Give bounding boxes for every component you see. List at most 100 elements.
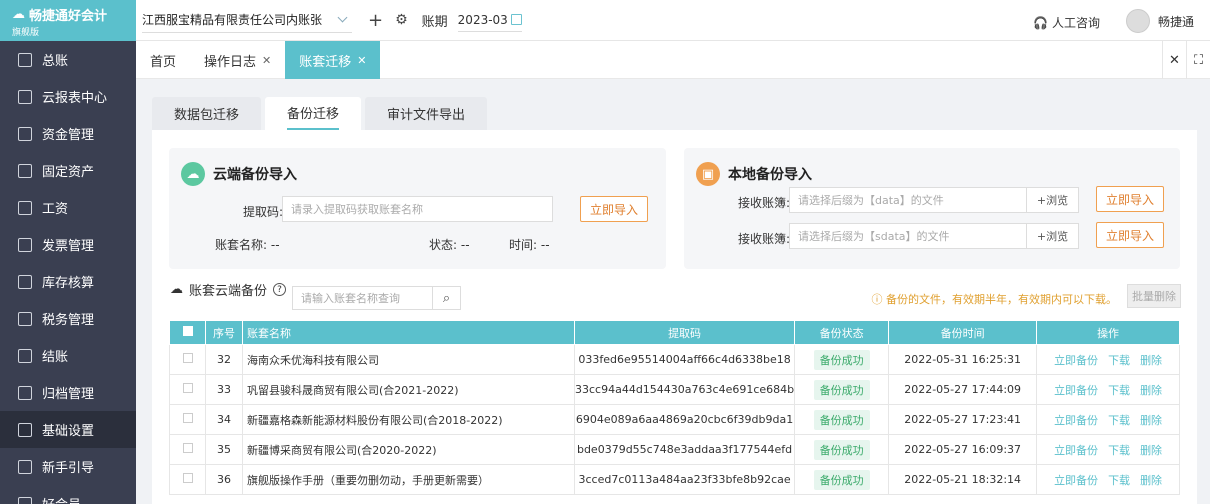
tab-home[interactable]: 首页 — [136, 41, 190, 79]
sdata-file-input[interactable]: 请选择后缀为【sdata】的文件 +浏览 — [789, 223, 1079, 249]
row-actions: 立即备份 下载 删除 — [1036, 344, 1180, 375]
row-checkbox[interactable] — [169, 464, 206, 495]
sidebar-item-6[interactable]: 库存核算 — [0, 263, 136, 300]
sidebar-item-3[interactable]: 固定资产 — [0, 152, 136, 189]
avatar — [1125, 9, 1150, 33]
migration-panel: 数据包迁移 备份迁移 审计文件导出 ☁ 云端备份导入 提取码: 请录入提取码获取账… — [152, 97, 1197, 504]
row-actions: 立即备份 下载 删除 — [1036, 374, 1180, 405]
row-time: 2022-05-27 17:23:41 — [888, 404, 1038, 435]
row-no: 35 — [205, 434, 243, 465]
subtab-backup-migration[interactable]: 备份迁移 — [265, 97, 362, 130]
row-name: 海南众禾优海科技有限公司 — [242, 344, 575, 375]
download-link[interactable]: 下载 — [1108, 474, 1130, 487]
browse-button[interactable]: +浏览 — [1026, 187, 1078, 213]
sdata-import-button[interactable]: 立即导入 — [1096, 222, 1164, 248]
tab-account-migration[interactable]: 账套迁移 ✕ — [285, 41, 381, 79]
backup-now-link[interactable]: 立即备份 — [1054, 384, 1098, 397]
subtab-audit-export[interactable]: 审计文件导出 — [365, 97, 488, 130]
time-label-text: 时间: — [509, 238, 538, 252]
sidebar-item-12[interactable]: 好会员 — [0, 485, 136, 504]
close-all-icon[interactable]: ✕ — [1162, 41, 1186, 79]
sidebar-item-0[interactable]: 总账 — [0, 41, 136, 78]
sidebar-item-7[interactable]: 税务管理 — [0, 300, 136, 337]
sidebar-item-5[interactable]: 发票管理 — [0, 226, 136, 263]
row-checkbox[interactable] — [169, 434, 206, 465]
delete-link[interactable]: 删除 — [1140, 474, 1162, 487]
account-name-value: -- — [270, 238, 280, 252]
user-menu[interactable]: 畅捷通 — [1125, 9, 1194, 33]
help-icon[interactable]: ? — [273, 283, 287, 296]
calendar-icon — [510, 14, 522, 25]
gear-icon[interactable]: ⚙ — [395, 12, 408, 28]
row-time: 2022-05-31 16:25:31 — [888, 344, 1038, 375]
backup-now-link[interactable]: 立即备份 — [1054, 354, 1098, 367]
download-link[interactable]: 下载 — [1108, 444, 1130, 457]
cloud-import-box: ☁ 云端备份导入 提取码: 请录入提取码获取账套名称 立即导入 账套名称: -- … — [169, 148, 666, 269]
tab-operation-log[interactable]: 操作日志 ✕ — [190, 41, 285, 79]
sidebar-item-4[interactable]: 工资 — [0, 189, 136, 226]
backup-now-link[interactable]: 立即备份 — [1054, 414, 1098, 427]
consult-button[interactable]: 🎧 人工咨询 — [1033, 14, 1100, 31]
tab-label: 首页 — [150, 54, 177, 70]
sidebar-item-1[interactable]: 云报表中心 — [0, 78, 136, 115]
row-code: 3cced7c0113a484aa23f33bfe8b92cae — [573, 464, 796, 495]
delete-link[interactable]: 删除 — [1140, 414, 1162, 427]
sidebar-item-label: 新手引导 — [42, 461, 95, 476]
company-select[interactable]: 江西服宝精品有限责任公司内账张 — [142, 7, 352, 33]
code-input[interactable]: 请录入提取码获取账套名称 — [282, 196, 553, 222]
page-tabs: 首页 操作日志 ✕ 账套迁移 ✕ ✕ ⛶ — [136, 41, 1210, 79]
search-icon[interactable]: ⌕ — [432, 287, 460, 309]
sidebar-item-11[interactable]: 新手引导 — [0, 448, 136, 485]
col-status: 备份状态 — [794, 320, 890, 345]
table-row: 32 海南众禾优海科技有限公司 033fed6e95514004aff66c4d63… — [169, 344, 1180, 375]
delete-link[interactable]: 删除 — [1140, 444, 1162, 457]
backup-now-link[interactable]: 立即备份 — [1054, 444, 1098, 457]
account-search[interactable]: 请输入账套名称查询 ⌕ — [292, 286, 461, 310]
select-all-checkbox[interactable] — [169, 320, 206, 345]
download-link[interactable]: 下载 — [1108, 354, 1130, 367]
browse-button[interactable]: +浏览 — [1026, 223, 1078, 249]
col-time: 备份时间 — [888, 320, 1038, 345]
cloud-icon: ☁ — [12, 7, 25, 22]
account-name-label-text: 账套名称: — [215, 238, 268, 252]
cloud-import-button[interactable]: 立即导入 — [580, 196, 648, 222]
receive-book-label: 接收账簿: — [738, 196, 791, 210]
row-code: bde0379d55c748e3addaa3f177544efd — [573, 434, 796, 465]
col-no: 序号 — [205, 320, 243, 345]
salary-icon — [18, 200, 32, 215]
row-name: 旗舰版操作手册（重要勿删勿动，手册更新需要） — [242, 464, 575, 495]
close-icon[interactable]: ✕ — [262, 54, 271, 67]
company-name: 江西服宝精品有限责任公司内账张 — [142, 13, 323, 27]
account-name-label: 账套名称: -- — [215, 236, 280, 253]
row-code: 033fed6e95514004aff66c4d6338be18 — [573, 344, 796, 375]
sidebar-item-label: 基础设置 — [42, 424, 95, 439]
topbar: 江西服宝精品有限责任公司内账张 + ⚙ 账期 2023-03 🎧 人工咨询 畅捷通 — [136, 0, 1210, 41]
data-file-input[interactable]: 请选择后缀为【data】的文件 +浏览 — [789, 187, 1079, 213]
row-checkbox[interactable] — [169, 344, 206, 375]
col-code: 提取码 — [573, 320, 796, 345]
download-link[interactable]: 下载 — [1108, 414, 1130, 427]
gear-icon — [18, 422, 32, 437]
sidebar-item-label: 税务管理 — [42, 313, 95, 328]
subtab-package-migration[interactable]: 数据包迁移 — [152, 97, 262, 130]
period-picker[interactable]: 2023-03 — [457, 8, 522, 32]
local-import-box: ▣ 本地备份导入 接收账簿: 请选择后缀为【data】的文件 +浏览 立即导入 接收… — [684, 148, 1180, 269]
bulk-delete-button[interactable]: 批量删除 — [1127, 284, 1181, 308]
add-icon[interactable]: + — [368, 10, 383, 31]
fullscreen-icon[interactable]: ⛶ — [1186, 41, 1210, 79]
sidebar-item-8[interactable]: 结账 — [0, 337, 136, 374]
delete-link[interactable]: 删除 — [1140, 354, 1162, 367]
row-time: 2022-05-21 18:32:14 — [888, 464, 1038, 495]
download-link[interactable]: 下载 — [1108, 384, 1130, 397]
sidebar: ☁ 畅捷通好会计 旗舰版 总账 云报表中心 资金管理 固定资产 工资 发票管理 库存核算 税务管… — [0, 0, 136, 504]
sidebar-item-10[interactable]: 基础设置 — [0, 411, 136, 448]
row-checkbox[interactable] — [169, 374, 206, 405]
row-checkbox[interactable] — [169, 404, 206, 435]
close-icon[interactable]: ✕ — [357, 54, 366, 67]
sidebar-item-9[interactable]: 归档管理 — [0, 374, 136, 411]
data-import-button[interactable]: 立即导入 — [1096, 186, 1164, 212]
delete-link[interactable]: 删除 — [1140, 384, 1162, 397]
sidebar-item-label: 固定资产 — [42, 165, 95, 180]
sidebar-item-2[interactable]: 资金管理 — [0, 115, 136, 152]
backup-now-link[interactable]: 立即备份 — [1054, 474, 1098, 487]
